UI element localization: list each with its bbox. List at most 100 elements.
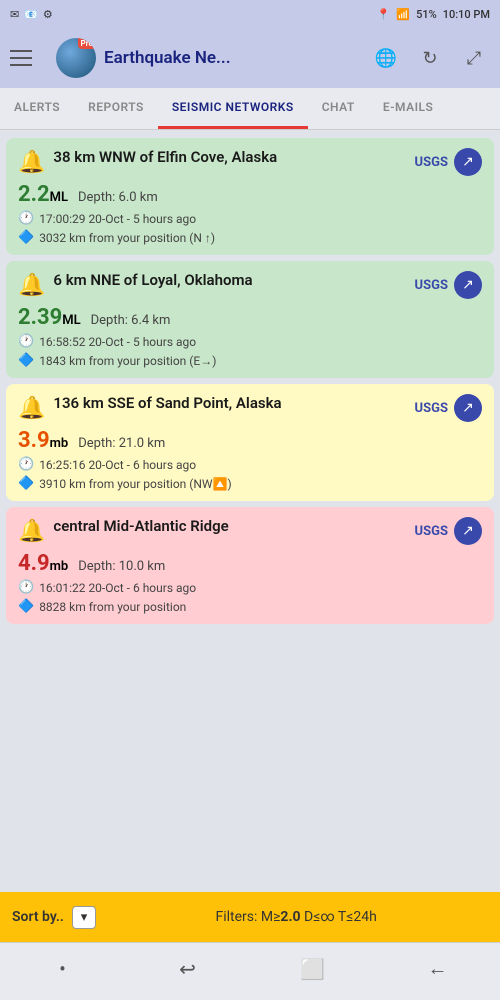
eq-depth-2: Depth: 6.4 km — [91, 313, 171, 328]
app-title: Earthquake Ne... — [104, 48, 231, 68]
eq-share-button-2[interactable]: ↗ — [454, 271, 482, 299]
settings-icon-status: ⚙ — [43, 8, 53, 21]
home-button[interactable]: ⬜ — [293, 949, 333, 989]
dot-button[interactable]: • — [43, 949, 83, 989]
eq-magnitude-value-4: 4.9 — [18, 551, 50, 576]
filter-bar: Sort by.. ▾ Filters: M≥2.0 D≤∞ T≤24h — [0, 892, 500, 942]
eq-header-3: 🔔 136 km SSE of Sand Point, Alaska USGS … — [18, 394, 482, 422]
eq-header-1: 🔔 38 km WNW of Elfin Cove, Alaska USGS ↗ — [18, 148, 482, 176]
eq-header-2: 🔔 6 km NNE of Loyal, Oklahoma USGS ↗ — [18, 271, 482, 299]
eq-depth-3: Depth: 21.0 km — [78, 436, 165, 451]
eq-source-label-1: USGS — [415, 155, 448, 170]
sort-value: ▾ — [81, 910, 88, 925]
earthquake-card-2: 🔔 6 km NNE of Loyal, Oklahoma USGS ↗ 2.3… — [6, 261, 494, 378]
tab-reports[interactable]: REPORTS — [74, 88, 158, 129]
clock-icon-2: 🕐 — [18, 334, 34, 349]
mail-icon: ✉ — [10, 8, 19, 21]
compass-icon-2: 🔷 — [18, 353, 34, 368]
eq-depth-4: Depth: 10.0 km — [78, 559, 165, 574]
eq-share-button-4[interactable]: ↗ — [454, 517, 482, 545]
filter-prefix: Filters: M≥ — [215, 909, 280, 925]
time-text: 10:10 PM — [443, 8, 490, 21]
eq-share-button-3[interactable]: ↗ — [454, 394, 482, 422]
eq-header-4: 🔔 central Mid-Atlantic Ridge USGS ↗ — [18, 517, 482, 545]
recent-apps-button[interactable]: ↩ — [168, 949, 208, 989]
eq-magnitude-row-3: 3.9mb Depth: 21.0 km — [18, 428, 482, 453]
eq-magnitude-row-2: 2.39ML Depth: 6.4 km — [18, 305, 482, 330]
eq-source-share-4: USGS ↗ — [415, 517, 482, 545]
status-bar: ✉ 📧 ⚙ 📍 📶 51% 10:10 PM — [0, 0, 500, 28]
globe-icon — [56, 38, 96, 78]
header-actions: 🌐 ↻ ⤢ — [370, 42, 490, 74]
tab-seismic-networks[interactable]: SEISMIC NETWORKS — [158, 88, 308, 129]
globe-button[interactable]: 🌐 — [370, 42, 402, 74]
earthquake-card-3: 🔔 136 km SSE of Sand Point, Alaska USGS … — [6, 384, 494, 501]
compass-icon-1: 🔷 — [18, 230, 34, 245]
sort-label: Sort by.. — [12, 909, 64, 925]
status-left-icons: ✉ 📧 ⚙ — [10, 8, 53, 21]
filter-display: Filters: M≥2.0 D≤∞ T≤24h — [104, 909, 488, 925]
eq-time-row-3: 🕐 16:25:16 20-Oct - 6 hours ago — [18, 457, 482, 472]
eq-distance-row-2: 🔷 1843 km from your position (E→) — [18, 353, 482, 368]
back-button[interactable]: ← — [418, 949, 458, 989]
eq-magnitude-unit-3: mb — [50, 436, 69, 451]
eq-location-4: central Mid-Atlantic Ridge — [53, 517, 406, 537]
eq-share-button-1[interactable]: ↗ — [454, 148, 482, 176]
status-right: 📍 📶 51% 10:10 PM — [377, 8, 490, 21]
tab-alerts[interactable]: ALERTS — [0, 88, 74, 129]
earthquake-card-1: 🔔 38 km WNW of Elfin Cove, Alaska USGS ↗… — [6, 138, 494, 255]
logo-area: Earthquake Ne... — [56, 38, 360, 78]
eq-time-1: 17:00:29 20-Oct - 5 hours ago — [39, 212, 196, 226]
location-icon: 📍 — [377, 8, 391, 21]
eq-magnitude-row-4: 4.9mb Depth: 10.0 km — [18, 551, 482, 576]
eq-location-2: 6 km NNE of Loyal, Oklahoma — [53, 271, 406, 291]
bottom-navigation: • ↩ ⬜ ← — [0, 942, 500, 994]
eq-time-row-2: 🕐 16:58:52 20-Oct - 5 hours ago — [18, 334, 482, 349]
eq-distance-2: 1843 km from your position (E→) — [39, 354, 216, 368]
signal-icon: 📶 — [396, 8, 410, 21]
eq-time-4: 16:01:22 20-Oct - 6 hours ago — [39, 581, 196, 595]
clock-icon-3: 🕐 — [18, 457, 34, 472]
refresh-button[interactable]: ↻ — [414, 42, 446, 74]
eq-magnitude-row-1: 2.2ML Depth: 6.0 km — [18, 182, 482, 207]
eq-distance-row-1: 🔷 3032 km from your position (N ↑) — [18, 230, 482, 245]
filter-magnitude: 2.0 — [280, 909, 300, 925]
eq-time-3: 16:25:16 20-Oct - 6 hours ago — [39, 458, 196, 472]
compass-icon-3: 🔷 — [18, 476, 34, 491]
earthquake-alert-icon-3: 🔔 — [18, 396, 45, 421]
eq-magnitude-unit-1: ML — [50, 190, 68, 205]
tab-chat[interactable]: CHAT — [308, 88, 369, 129]
eq-source-share-2: USGS ↗ — [415, 271, 482, 299]
eq-distance-3: 3910 km from your position (NW🔼) — [39, 477, 232, 491]
battery-text: 51% — [416, 8, 437, 21]
tab-bar: ALERTS REPORTS SEISMIC NETWORKS CHAT E-M… — [0, 88, 500, 130]
clock-icon-4: 🕐 — [18, 580, 34, 595]
eq-magnitude-value-2: 2.39 — [18, 305, 62, 330]
eq-source-label-3: USGS — [415, 401, 448, 416]
menu-button[interactable] — [10, 40, 46, 76]
eq-source-share-3: USGS ↗ — [415, 394, 482, 422]
eq-source-label-2: USGS — [415, 278, 448, 293]
eq-distance-row-3: 🔷 3910 km from your position (NW🔼) — [18, 476, 482, 491]
eq-magnitude-value-1: 2.2 — [18, 182, 50, 207]
eq-magnitude-unit-4: mb — [50, 559, 69, 574]
sort-dropdown[interactable]: ▾ — [72, 906, 97, 929]
compass-icon-4: 🔷 — [18, 599, 34, 614]
eq-source-label-4: USGS — [415, 524, 448, 539]
expand-button[interactable]: ⤢ — [458, 42, 490, 74]
eq-time-row-1: 🕐 17:00:29 20-Oct - 5 hours ago — [18, 211, 482, 226]
clock-icon-1: 🕐 — [18, 211, 34, 226]
earthquake-list: 🔔 38 km WNW of Elfin Cove, Alaska USGS ↗… — [0, 130, 500, 892]
eq-distance-4: 8828 km from your position — [39, 600, 186, 614]
eq-magnitude-value-3: 3.9 — [18, 428, 50, 453]
app-header: Earthquake Ne... 🌐 ↻ ⤢ — [0, 28, 500, 88]
eq-distance-1: 3032 km from your position (N ↑) — [39, 231, 215, 245]
email-icon: 📧 — [24, 8, 38, 21]
eq-source-share-1: USGS ↗ — [415, 148, 482, 176]
eq-location-3: 136 km SSE of Sand Point, Alaska — [53, 394, 406, 414]
tab-emails[interactable]: E-MAILS — [369, 88, 448, 129]
eq-location-1: 38 km WNW of Elfin Cove, Alaska — [53, 148, 406, 168]
earthquake-alert-icon-4: 🔔 — [18, 519, 45, 544]
eq-depth-1: Depth: 6.0 km — [78, 190, 158, 205]
eq-magnitude-unit-2: ML — [62, 313, 80, 328]
